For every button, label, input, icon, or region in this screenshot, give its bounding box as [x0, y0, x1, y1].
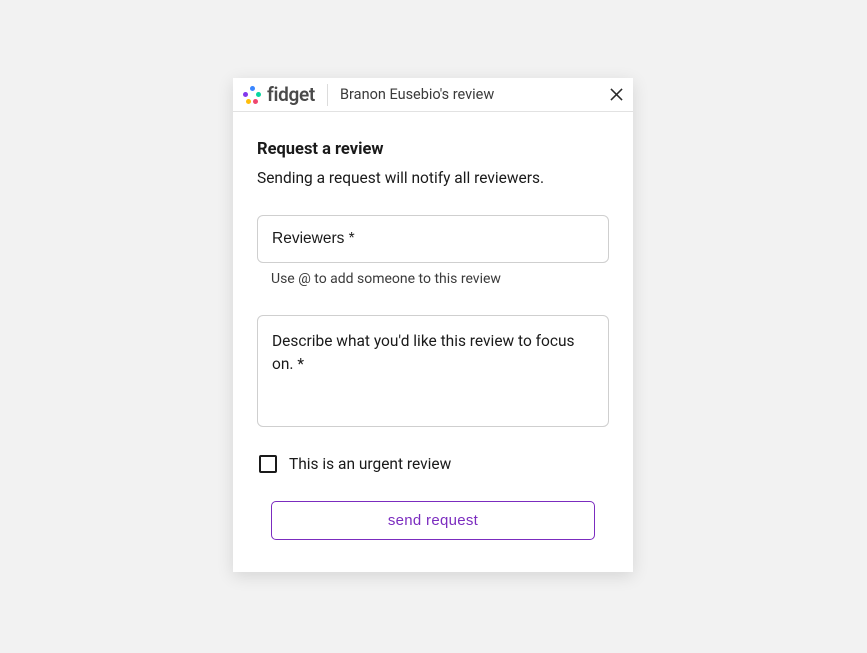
description-input[interactable] [257, 315, 609, 427]
send-request-button[interactable]: send request [271, 501, 595, 540]
close-icon [610, 88, 623, 101]
logo-icon [243, 86, 261, 104]
urgent-label: This is an urgent review [289, 455, 451, 473]
dialog-title: Branon Eusebio's review [328, 86, 599, 103]
urgent-row[interactable]: This is an urgent review [257, 455, 609, 473]
description-field-wrap [257, 315, 609, 431]
dialog-body: Request a review Sending a request will … [233, 112, 633, 572]
close-button[interactable] [599, 78, 633, 112]
reviewers-helper: Use @ to add someone to this review [257, 263, 609, 287]
content-subtitle: Sending a request will notify all review… [257, 169, 609, 187]
app-name: fidget [267, 83, 315, 106]
reviewers-input[interactable] [257, 215, 609, 263]
urgent-checkbox[interactable] [259, 455, 277, 473]
review-request-dialog: fidget Branon Eusebio's review Request a… [233, 78, 633, 572]
app-logo: fidget [233, 78, 327, 111]
dialog-header: fidget Branon Eusebio's review [233, 78, 633, 112]
submit-row: send request [257, 501, 609, 540]
content-title: Request a review [257, 140, 609, 159]
reviewers-field-wrap: Use @ to add someone to this review [257, 215, 609, 287]
